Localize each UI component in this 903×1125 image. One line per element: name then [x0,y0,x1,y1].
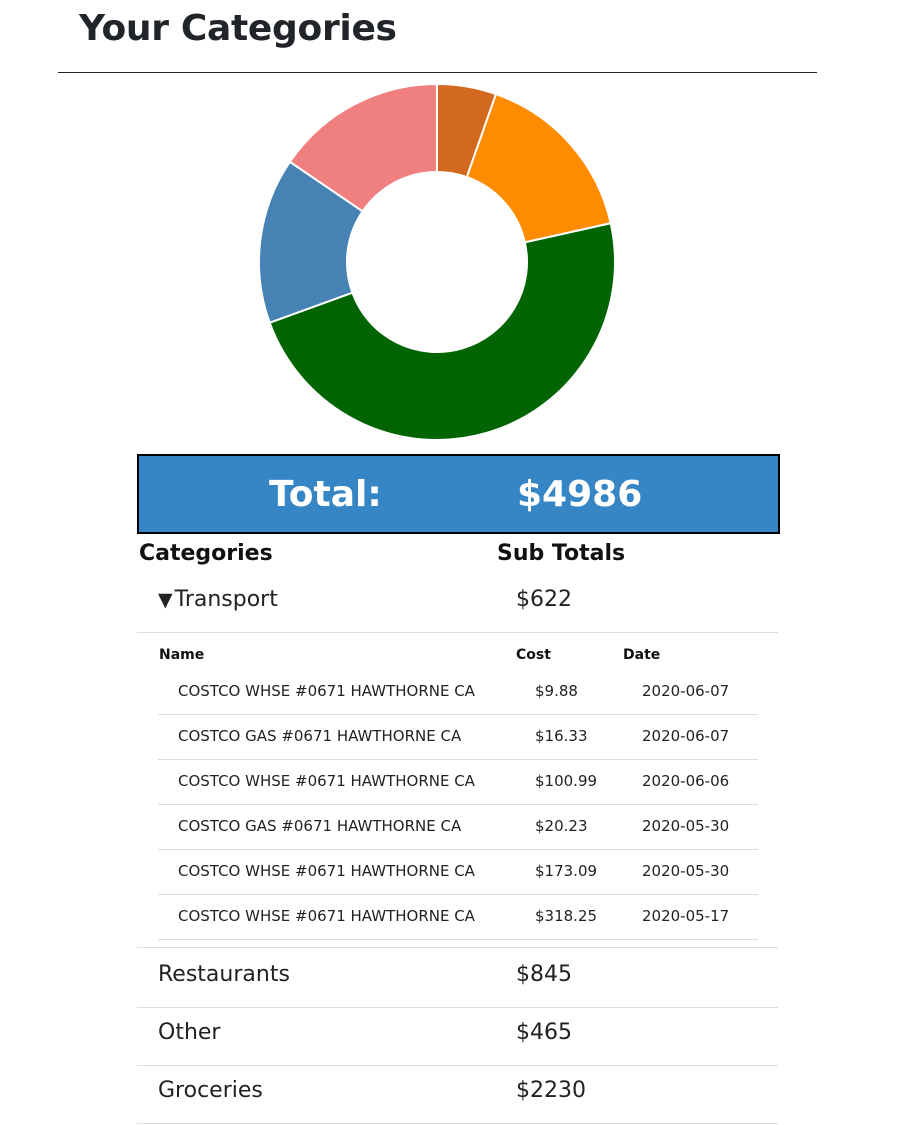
tx-cost: $318.25 [535,907,598,925]
category-subtotal: $622 [516,587,572,612]
tx-cost: $173.09 [535,862,598,880]
tx-name: COSTCO WHSE #0671 HAWTHORNE CA [178,862,475,880]
tx-name: COSTCO WHSE #0671 HAWTHORNE CA [178,772,475,790]
table-row: COSTCO GAS #0671 HAWTHORNE CA $20.23 202… [158,805,758,850]
total-label: Total: [269,473,382,515]
page-title: Your Categories [79,8,397,49]
category-row-other[interactable]: Other $465 [137,1008,778,1066]
total-value: $4986 [517,473,643,515]
category-subtotal: $465 [516,1020,572,1045]
tx-name: COSTCO WHSE #0671 HAWTHORNE CA [178,907,475,925]
category-subtotal: $2230 [516,1078,586,1103]
col-header-date: Date [623,647,661,663]
tx-date: 2020-06-07 [642,682,730,700]
tx-date: 2020-05-17 [642,907,730,925]
tx-cost: $20.23 [535,817,588,835]
category-row-restaurants[interactable]: Restaurants $845 [137,950,778,1008]
table-row: COSTCO WHSE #0671 HAWTHORNE CA $318.25 2… [158,895,758,940]
tx-cost: $16.33 [535,727,588,745]
tx-date: 2020-06-06 [642,772,730,790]
tx-date: 2020-05-30 [642,817,730,835]
caret-down-icon: ▼ [158,589,173,611]
tx-name: COSTCO GAS #0671 HAWTHORNE CA [178,727,462,745]
donut-slice-1 [465,92,612,244]
tx-date: 2020-05-30 [642,862,730,880]
categories-header: Categories [139,541,273,566]
category-row-transport[interactable]: ▼Transport $622 [137,575,778,633]
total-banner: Total: $4986 [137,454,780,534]
tx-name: COSTCO GAS #0671 HAWTHORNE CA [178,817,462,835]
tx-cost: $9.88 [535,682,578,700]
donut-svg [258,82,616,441]
category-row-groceries[interactable]: Groceries $2230 [137,1066,778,1124]
title-divider [58,72,817,73]
transactions-table: Name Cost Date COSTCO WHSE #0671 HAWTHOR… [158,640,758,940]
col-header-cost: Cost [516,647,551,663]
category-name: ▼Transport [158,587,278,612]
table-row: COSTCO GAS #0671 HAWTHORNE CA $16.33 202… [158,715,758,760]
transactions-header-row: Name Cost Date [158,640,758,670]
category-name: Groceries [158,1078,263,1103]
table-row: COSTCO WHSE #0671 HAWTHORNE CA $173.09 2… [158,850,758,895]
category-subtotal: $845 [516,962,572,987]
expanded-section-divider [137,947,778,948]
col-header-name: Name [159,647,205,663]
category-name: Restaurants [158,962,290,987]
table-row: COSTCO WHSE #0671 HAWTHORNE CA $9.88 202… [158,670,758,715]
category-name: Other [158,1020,221,1045]
tx-date: 2020-06-07 [642,727,730,745]
tx-name: COSTCO WHSE #0671 HAWTHORNE CA [178,682,475,700]
category-donut-chart [257,82,617,442]
subtotals-header: Sub Totals [497,541,626,566]
table-row: COSTCO WHSE #0671 HAWTHORNE CA $100.99 2… [158,760,758,805]
tx-cost: $100.99 [535,772,598,790]
